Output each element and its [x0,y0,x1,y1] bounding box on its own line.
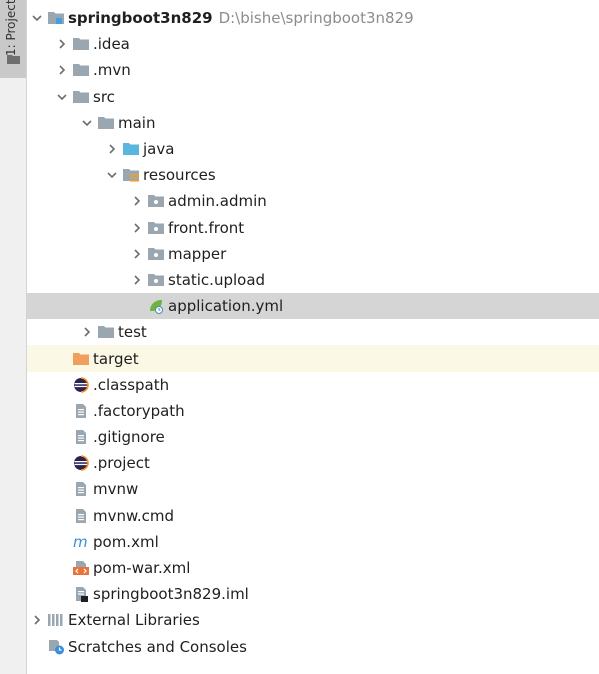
tree-label: pom-war.xml [93,559,191,578]
tree-label: target [93,349,139,368]
tree-label: Scratches and Consoles [68,637,247,656]
text-file-icon [72,403,90,419]
scratches-icon [47,639,65,655]
tree-row-mapper[interactable]: mapper [27,241,599,267]
module-folder-icon [47,10,65,26]
text-file-icon [72,429,90,445]
tree-row-java[interactable]: java [27,136,599,162]
tree-row-application-yml[interactable]: application.yml [27,293,599,320]
tree-label: .project [93,454,150,473]
tree-label: java [143,140,175,159]
tree-label: mvnw.cmd [93,506,175,525]
resources-folder-icon [122,167,140,183]
tree-row-mvnw-cmd[interactable]: mvnw.cmd [27,503,599,529]
text-file-icon [72,508,90,524]
folder-icon [72,89,90,105]
tree-label: .mvn [93,61,131,80]
tree-row-mvn[interactable]: .mvn [27,57,599,83]
tree-row-main[interactable]: main [27,110,599,136]
chevron-right-icon[interactable] [129,246,145,262]
tree-label: pom.xml [93,532,159,551]
tree-label: admin.admin [168,192,267,211]
tree-row-pom-xml[interactable]: m pom.xml [27,529,599,555]
tree-row-idea[interactable]: .idea [27,31,599,57]
maven-icon: m [72,534,90,550]
tree-row-external-libraries[interactable]: External Libraries [27,607,599,633]
tree-label: mapper [168,244,227,263]
tree-label: front.front [168,218,245,237]
root-project-path: D:\bishe\springboot3n829 [218,9,414,28]
chevron-right-icon[interactable] [54,62,70,78]
tree-row-static-upload[interactable]: static.upload [27,267,599,293]
folder-icon [97,324,115,340]
tree-row-classpath[interactable]: .classpath [27,372,599,398]
text-file-icon [72,481,90,497]
package-folder-icon [147,193,165,209]
chevron-down-icon[interactable] [104,167,120,183]
tree-row-project[interactable]: .project [27,450,599,476]
tree-label: .gitignore [93,428,165,447]
folder-icon [72,62,90,78]
xml-file-icon [72,560,90,576]
tree-label: External Libraries [68,611,200,630]
package-folder-icon [147,272,165,288]
tree-label: mvnw [93,480,139,499]
tree-row-front-front[interactable]: front.front [27,215,599,241]
chevron-down-icon[interactable] [54,89,70,105]
tree-label: resources [143,166,216,185]
eclipse-file-icon [72,376,90,393]
chevron-down-icon[interactable] [79,115,95,131]
tree-row-mvnw[interactable]: mvnw [27,476,599,502]
chevron-right-icon[interactable] [129,193,145,209]
module-file-icon [72,586,90,603]
tree-label: main [118,113,156,132]
tree-label: application.yml [168,297,284,316]
spring-config-icon [147,298,165,315]
package-folder-icon [147,220,165,236]
chevron-right-icon[interactable] [54,36,70,52]
chevron-right-icon[interactable] [29,612,45,628]
svg-text:m: m [73,534,88,550]
tree-label: .classpath [93,375,170,394]
folder-icon [7,55,20,64]
tree-label: .factorypath [93,401,185,420]
tree-label: src [93,87,115,106]
tree-row-iml[interactable]: springboot3n829.iml [27,581,599,607]
tool-window-strip: 1: Project [0,0,27,674]
folder-icon [97,115,115,131]
package-folder-icon [147,246,165,262]
eclipse-file-icon [72,455,90,472]
tree-label: .idea [93,35,130,54]
tree-row-test[interactable]: test [27,319,599,345]
project-tree: springboot3n829 D:\bishe\springboot3n829… [27,5,599,660]
chevron-right-icon[interactable] [129,220,145,236]
tree-row-resources[interactable]: resources [27,162,599,188]
project-tool-tab[interactable]: 1: Project [0,0,26,78]
chevron-down-icon[interactable] [29,10,45,26]
project-tool-label: 1: Project [4,0,18,56]
tree-label: springboot3n829.iml [93,585,249,604]
folder-icon [72,36,90,52]
tree-row-target[interactable]: target [27,345,599,372]
excluded-folder-icon [72,351,90,367]
source-folder-icon [122,141,140,157]
root-project-name: springboot3n829 [68,9,213,28]
tree-label: static.upload [168,270,266,289]
tree-row-admin-admin[interactable]: admin.admin [27,188,599,214]
tree-row-gitignore[interactable]: .gitignore [27,424,599,450]
tree-row-src[interactable]: src [27,84,599,110]
chevron-right-icon[interactable] [104,141,120,157]
tree-label: test [118,323,147,342]
chevron-right-icon[interactable] [79,324,95,340]
libraries-icon [47,612,65,628]
chevron-right-icon[interactable] [129,272,145,288]
tree-row-pom-war-xml[interactable]: pom-war.xml [27,555,599,581]
tree-row-factorypath[interactable]: .factorypath [27,398,599,424]
tree-row-scratches[interactable]: Scratches and Consoles [27,634,599,660]
tree-row-root[interactable]: springboot3n829 D:\bishe\springboot3n829 [27,5,599,31]
